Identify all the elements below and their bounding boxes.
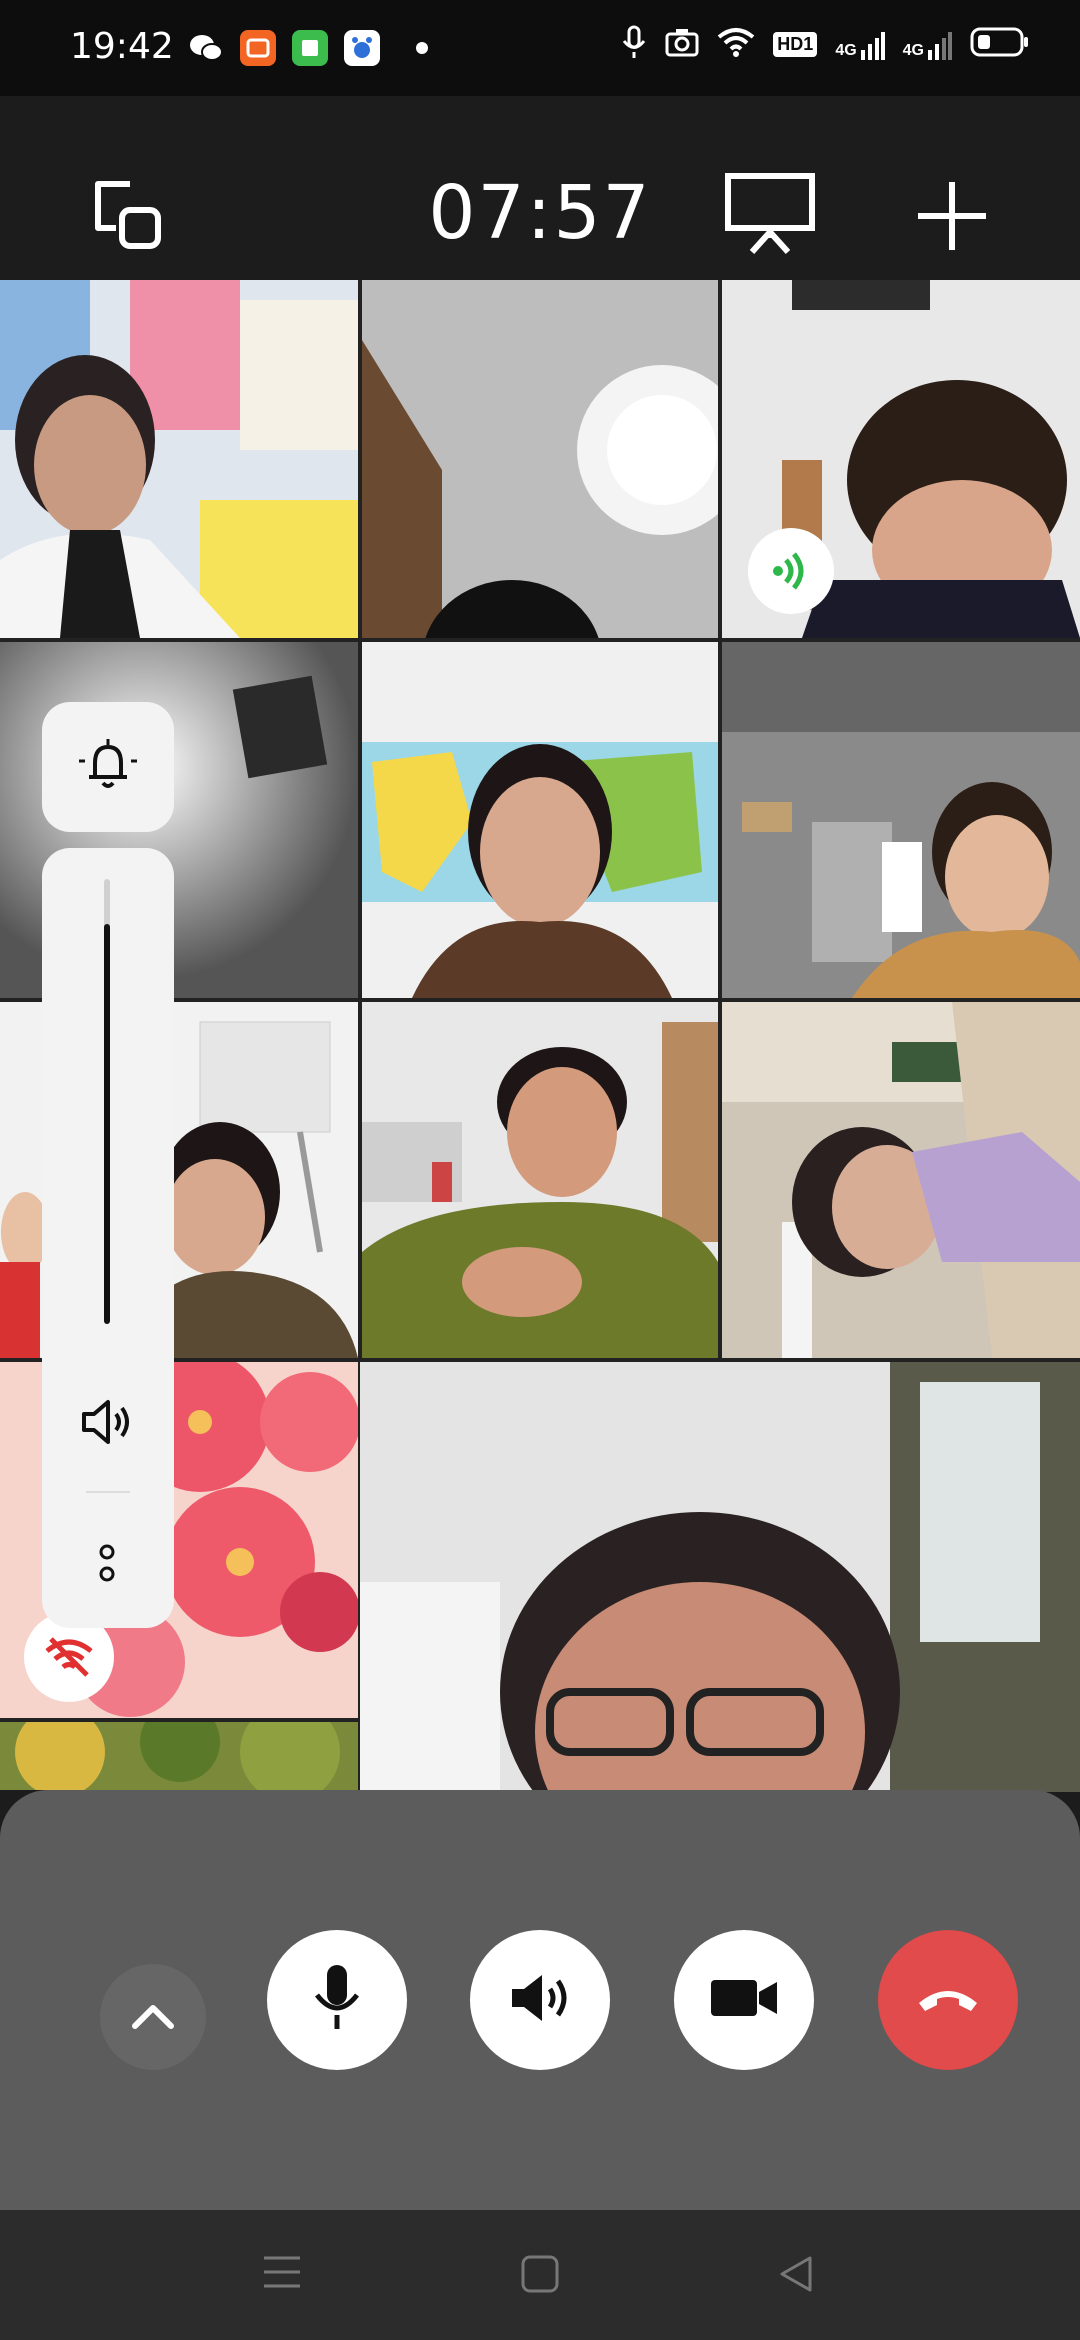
volume-slider-track[interactable] — [104, 879, 110, 1324]
wifi-icon — [717, 27, 755, 62]
expand-controls-button[interactable] — [100, 1964, 206, 2070]
hang-up-button[interactable] — [878, 1930, 1018, 2070]
notification-bell-button[interactable] — [42, 702, 174, 832]
menu-icon[interactable] — [262, 2252, 302, 2292]
speaking-indicator — [748, 528, 834, 614]
battery-icon — [970, 26, 1030, 63]
camera-status-icon — [665, 27, 699, 62]
status-time: 19:42 — [70, 26, 174, 67]
wechat-icon — [188, 30, 224, 66]
speaker-button[interactable] — [470, 1930, 610, 2070]
participant-tile-3[interactable] — [722, 280, 1080, 638]
chevron-up-icon — [131, 2000, 175, 2035]
bell-icon — [73, 735, 143, 800]
status-bar: 19:42 HD1 4G 4G — [0, 0, 1080, 96]
speaker-icon — [508, 1971, 572, 2030]
home-icon[interactable] — [520, 2254, 560, 2294]
participant-tile-5[interactable] — [362, 642, 718, 998]
participant-tile-2[interactable] — [362, 280, 718, 638]
back-icon[interactable] — [776, 2254, 816, 2294]
system-nav-bar — [0, 2210, 1080, 2340]
notification-dot — [416, 42, 428, 54]
baidu-icon — [344, 30, 380, 66]
video-camera-icon — [709, 1976, 779, 2025]
speaker-volume-icon[interactable] — [78, 1396, 138, 1448]
camera-button[interactable] — [674, 1930, 814, 2070]
participant-tile-8[interactable] — [362, 1002, 718, 1358]
participant-tile-9[interactable] — [722, 1002, 1080, 1358]
participant-tile-1[interactable] — [0, 280, 358, 638]
volume-panel — [42, 848, 174, 1628]
signal-2: 4G — [903, 30, 952, 60]
mic-status-icon — [621, 24, 647, 65]
call-timer: 07:57 — [428, 170, 652, 256]
microphone-button[interactable] — [267, 1930, 407, 2070]
hang-up-icon — [915, 1983, 981, 2018]
green-app-icon — [292, 30, 328, 66]
status-right: HD1 4G 4G — [621, 24, 1030, 65]
divider — [86, 1491, 130, 1493]
microphone-icon — [311, 1963, 363, 2038]
participant-tile-11[interactable] — [0, 1722, 358, 1790]
video-app-icon — [240, 30, 276, 66]
signal-1: 4G — [835, 30, 885, 60]
participant-tile-6[interactable] — [722, 642, 1080, 998]
self-view-tile[interactable] — [360, 1362, 1080, 1792]
hd-badge: HD1 — [773, 32, 818, 57]
more-options-icon[interactable] — [92, 1538, 122, 1588]
volume-slider-fill — [104, 923, 110, 1324]
